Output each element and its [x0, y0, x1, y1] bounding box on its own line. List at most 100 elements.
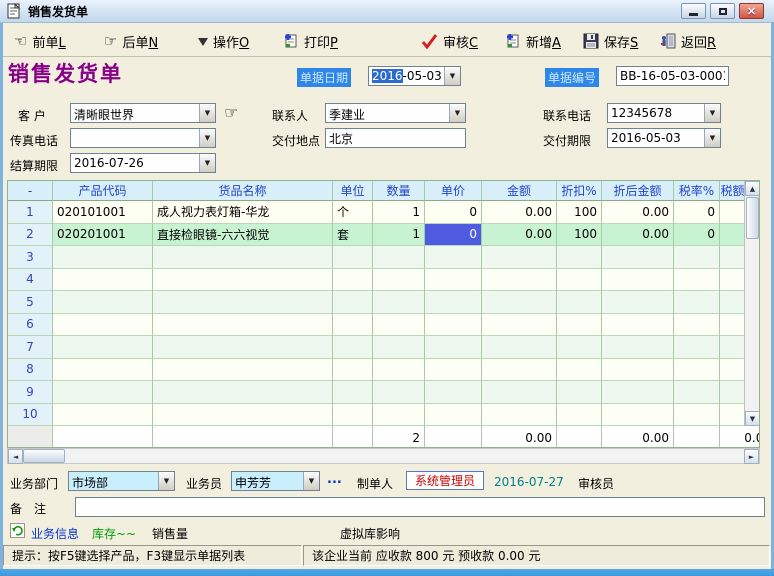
grid-cell[interactable] — [153, 314, 333, 337]
dropdown-arrow-icon[interactable] — [199, 129, 215, 147]
grid-cell[interactable] — [333, 269, 373, 292]
grid-cell[interactable] — [53, 336, 153, 359]
dropdown-arrow-icon[interactable] — [158, 472, 174, 490]
grid-cell[interactable] — [602, 336, 674, 359]
row-number[interactable]: 5 — [8, 291, 53, 314]
grid-cell[interactable] — [557, 381, 602, 404]
grid-cell[interactable] — [674, 359, 720, 382]
grid-cell[interactable] — [425, 404, 482, 427]
grid-cell[interactable] — [602, 291, 674, 314]
operate-button[interactable]: 操作O — [198, 30, 249, 52]
grid-cell[interactable] — [720, 246, 746, 269]
grid-cell[interactable] — [373, 269, 425, 292]
grid-cell[interactable]: 020201001 — [53, 224, 153, 247]
return-button[interactable]: 返回R — [660, 30, 716, 52]
business-info-link[interactable]: 业务信息 — [31, 525, 79, 542]
vertical-scrollbar[interactable]: ▲ ▼ — [744, 181, 759, 426]
grid-cell[interactable] — [557, 359, 602, 382]
grid-cell[interactable] — [373, 381, 425, 404]
grid-cell[interactable] — [482, 336, 557, 359]
customer-combo[interactable]: 清晰眼世界 — [70, 103, 216, 123]
horizontal-scroll-thumb[interactable] — [23, 449, 65, 463]
titlebar[interactable]: 销售发货单 × — [0, 0, 774, 23]
grid-cell[interactable] — [425, 269, 482, 292]
grid-cell[interactable]: 0.00 — [602, 224, 674, 247]
grid-cell[interactable] — [153, 291, 333, 314]
grid-col-header-9[interactable]: 税率% — [674, 181, 720, 201]
dropdown-arrow-icon[interactable] — [704, 104, 720, 122]
grid-cell[interactable] — [720, 224, 746, 247]
remark-input[interactable] — [75, 497, 765, 517]
grid-col-header-6[interactable]: 金额 — [482, 181, 557, 201]
grid-col-header-5[interactable]: 单价 — [425, 181, 482, 201]
grid-cell[interactable] — [602, 246, 674, 269]
grid-cell[interactable] — [53, 246, 153, 269]
grid-cell[interactable] — [674, 314, 720, 337]
grid-cell[interactable] — [557, 336, 602, 359]
row-number[interactable]: 7 — [8, 336, 53, 359]
grid-cell[interactable] — [373, 246, 425, 269]
stock-link[interactable]: 库存~~ — [92, 525, 136, 542]
grid-cell[interactable] — [720, 291, 746, 314]
grid-cell[interactable] — [53, 314, 153, 337]
grid-cell[interactable]: 0.00 — [602, 201, 674, 224]
grid-cell[interactable] — [373, 314, 425, 337]
scroll-left-icon[interactable]: ◄ — [8, 449, 23, 464]
grid-cell[interactable] — [373, 359, 425, 382]
minimize-button[interactable] — [681, 3, 706, 19]
grid-cell[interactable]: 020101001 — [53, 201, 153, 224]
grid-cell[interactable] — [482, 404, 557, 427]
grid-cell[interactable] — [674, 269, 720, 292]
grid-cell[interactable] — [557, 404, 602, 427]
next-doc-button[interactable]: ☞ 后单N — [104, 30, 158, 52]
grid-cell[interactable] — [674, 336, 720, 359]
grid-cell[interactable] — [333, 359, 373, 382]
grid-col-header-0[interactable]: - — [8, 181, 53, 201]
grid-cell[interactable] — [333, 336, 373, 359]
grid-cell[interactable] — [425, 246, 482, 269]
grid-cell[interactable]: 个 — [333, 201, 373, 224]
save-button[interactable]: 保存S — [583, 30, 638, 52]
grid-cell[interactable] — [425, 381, 482, 404]
vertical-scroll-thumb[interactable] — [746, 197, 759, 239]
grid-cell[interactable] — [333, 291, 373, 314]
grid-col-header-8[interactable]: 折后金额 — [602, 181, 674, 201]
more-salesman-link[interactable]: ... — [327, 472, 342, 487]
print-button[interactable]: 打印P — [283, 30, 338, 52]
grid-cell[interactable] — [602, 381, 674, 404]
grid-cell[interactable] — [674, 246, 720, 269]
grid-cell[interactable] — [602, 404, 674, 427]
grid-cell[interactable] — [333, 314, 373, 337]
horizontal-scrollbar[interactable]: ◄ ► — [7, 448, 760, 464]
grid-cell[interactable]: 套 — [333, 224, 373, 247]
grid-cell[interactable]: 1 — [373, 224, 425, 247]
doc-no-input[interactable] — [616, 66, 729, 86]
grid-cell[interactable] — [53, 404, 153, 427]
grid-cell[interactable] — [425, 291, 482, 314]
department-combo[interactable]: 市场部 — [68, 471, 175, 491]
row-number[interactable]: 6 — [8, 314, 53, 337]
grid-cell[interactable] — [602, 269, 674, 292]
grid-cell[interactable]: 0 — [674, 201, 720, 224]
grid-cell[interactable]: 0.00 — [482, 224, 557, 247]
audit-button[interactable]: 审核C — [421, 30, 478, 52]
grid-cell[interactable] — [482, 381, 557, 404]
grid-cell[interactable] — [153, 269, 333, 292]
grid-col-header-1[interactable]: 产品代码 — [53, 181, 153, 201]
grid-cell[interactable]: 100 — [557, 201, 602, 224]
grid-cell[interactable] — [153, 381, 333, 404]
grid-cell[interactable] — [153, 336, 333, 359]
grid-cell[interactable] — [557, 291, 602, 314]
grid-col-header-7[interactable]: 折扣% — [557, 181, 602, 201]
grid-col-header-4[interactable]: 数量 — [373, 181, 425, 201]
grid-cell[interactable] — [482, 269, 557, 292]
grid-cell[interactable] — [674, 291, 720, 314]
grid-cell[interactable] — [425, 359, 482, 382]
grid-cell[interactable] — [720, 404, 746, 427]
new-button[interactable]: 新增A — [505, 30, 561, 52]
grid-cell[interactable] — [720, 314, 746, 337]
grid-cell[interactable] — [373, 404, 425, 427]
scroll-right-icon[interactable]: ► — [744, 449, 759, 464]
maximize-button[interactable] — [710, 3, 735, 19]
row-number[interactable]: 10 — [8, 404, 53, 427]
